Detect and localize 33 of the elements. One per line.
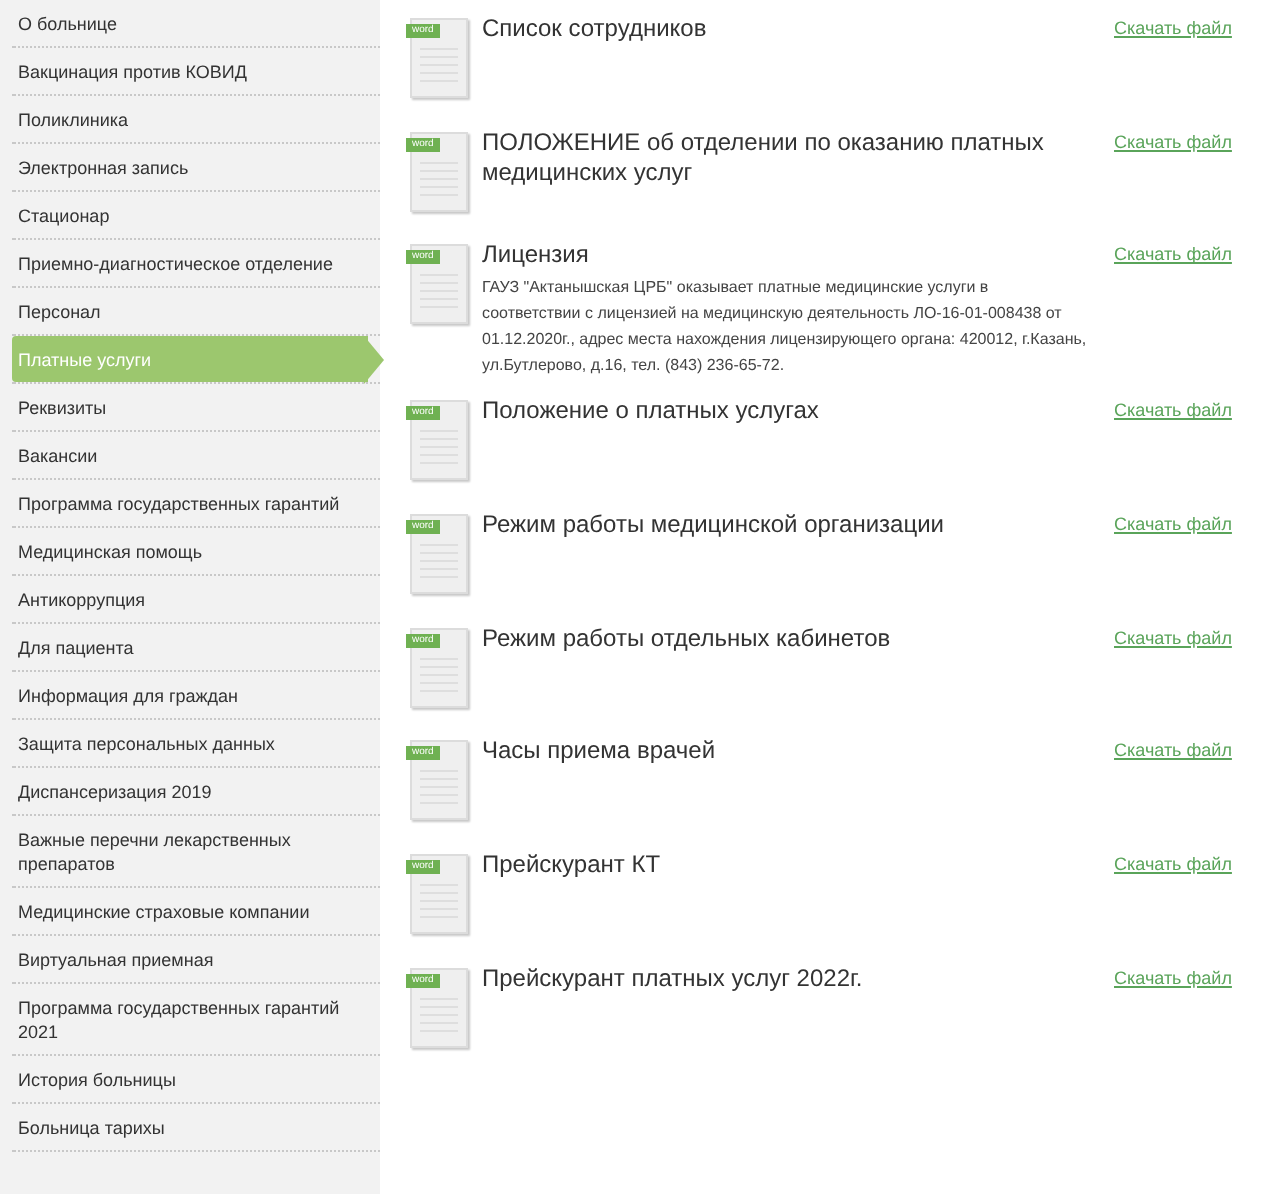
sidebar-item[interactable]: Медицинская помощь bbox=[12, 528, 364, 574]
sidebar-item[interactable]: Для пациента bbox=[12, 624, 364, 670]
sidebar-item[interactable]: Персонал bbox=[12, 288, 364, 334]
sidebar-item[interactable]: О больнице bbox=[12, 0, 364, 46]
sidebar-item[interactable]: Больница тарихы bbox=[12, 1104, 364, 1150]
sidebar-item[interactable]: Стационар bbox=[12, 192, 364, 238]
arrow-icon bbox=[364, 336, 384, 384]
document-title: Положение о платных услугах bbox=[482, 396, 821, 427]
sidebar-item[interactable]: Защита персональных данных bbox=[12, 720, 364, 766]
sidebar-item[interactable]: Вакцинация против КОВИД bbox=[12, 48, 364, 94]
sidebar-item[interactable]: Программа государственных гарантий bbox=[12, 480, 364, 526]
sidebar-item[interactable]: Вакансии bbox=[12, 432, 364, 478]
document-description: ГАУЗ "Актанышская ЦРБ" оказывает платные медицинские услуги в соответствии с лицензией на медицинскую деятельность ЛО-16-01-008438 от 01.12.2020г., адрес места нахождения лицензирующего органа: 420012, г.Казань, ул.Бутлерово, д.16, тел. (843) 236-65-72. bbox=[482, 276, 1088, 379]
sidebar-item[interactable]: Поликлиника bbox=[12, 96, 364, 142]
document-title: Режим работы медицинской организации bbox=[482, 510, 946, 541]
sidebar-item[interactable]: Виртуальная приемная bbox=[12, 936, 364, 982]
document-title: Часы приема врачей bbox=[482, 736, 718, 767]
document-title: ПОЛОЖЕНИЕ об отделении по оказанию платных медицинских услуг bbox=[482, 127, 1046, 188]
sidebar-item[interactable]: Важные перечни лекарственных препаратов bbox=[12, 816, 364, 886]
sidebar-item[interactable]: Информация для граждан bbox=[12, 672, 364, 718]
sidebar-item[interactable]: Электронная запись bbox=[12, 144, 364, 190]
sidebar-item[interactable]: Медицинские страховые компании bbox=[12, 888, 364, 934]
document-title: Режим работы отдельных кабинетов bbox=[482, 623, 893, 654]
sidebar-item[interactable]: Реквизиты bbox=[12, 384, 364, 430]
sidebar-item[interactable]: История больницы bbox=[12, 1056, 364, 1102]
document-title: Прейскурант платных услуг 2022г. bbox=[482, 963, 865, 994]
sidebar-item[interactable]: Программа государственных гарантий 2021 bbox=[12, 984, 364, 1054]
document-title: Список сотрудников bbox=[482, 14, 709, 44]
sidebar-item[interactable]: Антикоррупция bbox=[12, 576, 364, 622]
sidebar-item[interactable]: Диспансеризация 2019 bbox=[12, 768, 364, 814]
document-title: Прейскурант КТ bbox=[482, 850, 663, 881]
sidebar-item[interactable]: Приемно-диагностическое отделение bbox=[12, 240, 364, 286]
document-title: Лицензия bbox=[482, 240, 591, 271]
